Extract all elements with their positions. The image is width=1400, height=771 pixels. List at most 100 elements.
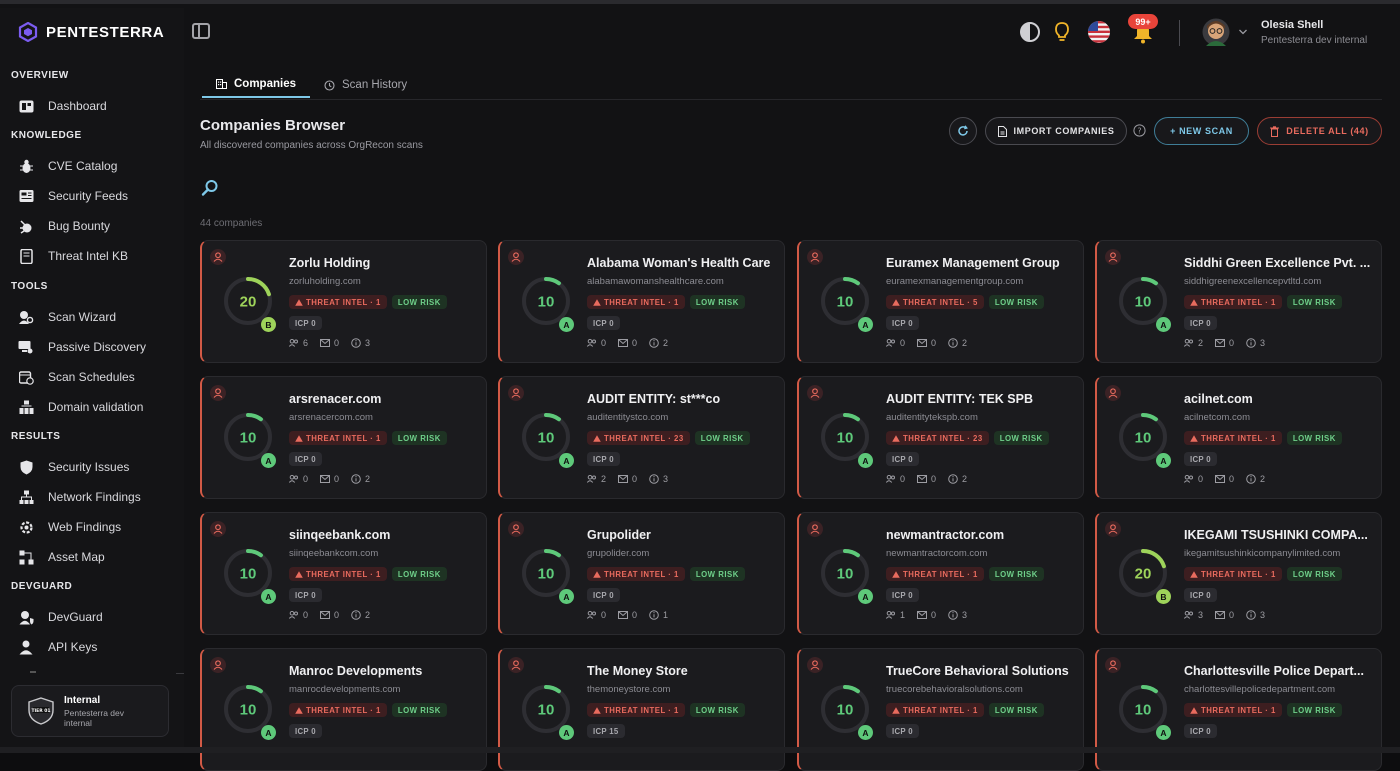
icp-badge: ICP 0	[289, 588, 322, 602]
stats-row: 6 0 3	[289, 338, 370, 348]
new-scan-button[interactable]: + NEW SCAN	[1154, 117, 1249, 145]
sidebar-toggle-icon[interactable]	[192, 23, 210, 39]
sidebar-item-cve-catalog[interactable]: CVE Catalog	[11, 153, 171, 179]
sidebar-item-web-findings[interactable]: Web Findings	[11, 514, 171, 540]
people-icon	[886, 475, 895, 483]
threat-intel-chip[interactable]: THREAT INTEL · 1	[1184, 703, 1282, 717]
sidebar-item-api-keys[interactable]: API Keys	[11, 634, 171, 660]
threat-tag-icon	[807, 385, 823, 401]
threat-intel-chip[interactable]: THREAT INTEL · 1	[886, 567, 984, 581]
company-name[interactable]: acilnet.com	[1184, 392, 1374, 406]
sidebar-item-devguard[interactable]: DevGuard	[11, 604, 171, 630]
book-icon	[18, 248, 34, 264]
company-name[interactable]: Siddhi Green Excellence Pvt. ...	[1184, 256, 1374, 270]
help-icon[interactable]: ?	[1133, 124, 1146, 137]
company-card[interactable]: 10 A Siddhi Green Excellence Pvt. ... siddh…	[1095, 240, 1382, 363]
company-name[interactable]: AUDIT ENTITY: TEK SPB	[886, 392, 1076, 406]
company-card[interactable]: 20 B IKEGAMI TSUSHINKI COMPA... ikegamitsus…	[1095, 512, 1382, 635]
threat-tag-icon	[508, 521, 524, 537]
sidebar-item-security-feeds[interactable]: Security Feeds	[11, 183, 171, 209]
company-name[interactable]: AUDIT ENTITY: st***co	[587, 392, 777, 406]
language-flag-icon[interactable]	[1087, 20, 1111, 44]
chevron-down-icon[interactable]	[1238, 28, 1248, 36]
threat-intel-chip[interactable]: THREAT INTEL · 1	[289, 567, 387, 581]
sidebar-item-threat-intel-kb[interactable]: Threat Intel KB	[11, 243, 171, 269]
sidebar-item-asset-map[interactable]: Asset Map	[11, 544, 171, 570]
company-name[interactable]: The Money Store	[587, 664, 777, 678]
company-card[interactable]: 10 Asiinqeebank.com siinqeebankcom.com THRE…	[200, 512, 487, 635]
threat-intel-chip[interactable]: THREAT INTEL · 1	[1184, 567, 1282, 581]
import-companies-button[interactable]: IMPORT COMPANIES	[985, 117, 1127, 145]
theme-toggle-icon[interactable]	[1019, 21, 1041, 43]
company-name[interactable]: Manroc Developments	[289, 664, 479, 678]
people-icon	[587, 611, 596, 619]
company-name[interactable]: Zorlu Holding	[289, 256, 479, 270]
sidebar-item-scan-schedules[interactable]: Scan Schedules	[11, 364, 171, 390]
company-name[interactable]: Grupolider	[587, 528, 777, 542]
dashboard-icon	[18, 98, 34, 114]
company-card[interactable]: 10 A AUDIT ENTITY: TEK SPB auditentityteksp…	[797, 376, 1084, 499]
company-card[interactable]: 10 Anewmantractor.com newmantractorcom.com…	[797, 512, 1084, 635]
sidebar-item-label: Scan Wizard	[48, 310, 117, 324]
company-name[interactable]: TrueCore Behavioral Solutions	[886, 664, 1076, 678]
stats-row: 3 0 3	[1184, 610, 1265, 620]
refresh-button[interactable]	[949, 117, 977, 145]
company-name[interactable]: arsrenacer.com	[289, 392, 479, 406]
company-name[interactable]: newmantractor.com	[886, 528, 1076, 542]
threat-tag-icon	[210, 249, 226, 265]
threat-intel-chip[interactable]: THREAT INTEL · 1	[1184, 295, 1282, 309]
threat-intel-chip[interactable]: THREAT INTEL · 23	[587, 431, 690, 445]
sidebar-item-dashboard[interactable]: Dashboard	[11, 93, 171, 119]
sidebar-item-passive-discovery[interactable]: Passive Discovery	[11, 334, 171, 360]
stats-row: 1 0 3	[886, 610, 967, 620]
threat-intel-chip[interactable]: THREAT INTEL · 1	[289, 295, 387, 309]
threat-intel-chip[interactable]: THREAT INTEL · 1	[587, 295, 685, 309]
mail-stat: 0	[1215, 338, 1234, 348]
company-name[interactable]: Charlottesville Police Depart...	[1184, 664, 1374, 678]
sidebar-item-network-findings[interactable]: Network Findings	[11, 484, 171, 510]
lightbulb-icon[interactable]	[1051, 21, 1073, 43]
company-name[interactable]: Alabama Woman's Health Care	[587, 256, 777, 270]
threat-intel-chip[interactable]: THREAT INTEL · 23	[886, 431, 989, 445]
company-domain: charlottesvillepolicedepartment.com	[1184, 684, 1336, 695]
threat-intel-chip[interactable]: THREAT INTEL · 1	[289, 431, 387, 445]
sidebar-item-security-issues[interactable]: Security Issues	[11, 454, 171, 480]
app-logo[interactable]: PENTESTERRA	[18, 22, 164, 42]
threat-intel-chip[interactable]: THREAT INTEL · 1	[1184, 431, 1282, 445]
delete-all-button[interactable]: DELETE ALL (44)	[1257, 117, 1382, 145]
company-card[interactable]: 10 Aacilnet.com acilnetcom.com THREAT INTEL…	[1095, 376, 1382, 499]
avatar[interactable]	[1202, 18, 1230, 46]
grade-badge: A	[858, 589, 873, 604]
company-domain: euramexmanagementgroup.com	[886, 276, 1024, 287]
grade-badge: A	[261, 589, 276, 604]
sidebar-item-scan-wizard[interactable]: Scan Wizard	[11, 304, 171, 330]
web-icon	[18, 519, 34, 535]
company-card[interactable]: 10 A Alabama Woman's Health Care alabamawom…	[498, 240, 785, 363]
tenant-subtitle: Pentesterra dev internal	[64, 707, 125, 728]
threat-intel-chip[interactable]: THREAT INTEL · 1	[886, 703, 984, 717]
company-name[interactable]: Euramex Management Group	[886, 256, 1076, 270]
search-icon[interactable]	[201, 179, 219, 197]
threat-intel-chip[interactable]: THREAT INTEL · 1	[587, 703, 685, 717]
company-card[interactable]: 10 A Euramex Management Group euramexmanage…	[797, 240, 1084, 363]
tab-scan-history[interactable]: Scan History	[310, 72, 421, 98]
chip-row: THREAT INTEL · 1 LOW RISK	[1184, 703, 1342, 717]
threat-intel-chip[interactable]: THREAT INTEL · 1	[289, 703, 387, 717]
company-card[interactable]: 10 Aarsrenacer.com arsrenacercom.com THREAT…	[200, 376, 487, 499]
tab-companies[interactable]: Companies	[202, 72, 310, 98]
import-label: IMPORT COMPANIES	[1013, 126, 1115, 136]
icp-badge: ICP 0	[1184, 452, 1217, 466]
score-value: 10	[240, 430, 257, 447]
company-card[interactable]: 10 A AUDIT ENTITY: st***co auditentitystco.…	[498, 376, 785, 499]
tenant-card[interactable]: TIER 01 Internal Pentesterra dev interna…	[11, 685, 169, 737]
threat-intel-chip[interactable]: THREAT INTEL · 5	[886, 295, 984, 309]
company-card[interactable]: 20 B Zorlu Holding zorluholding.com THREAT I…	[200, 240, 487, 363]
sidebar-item-bug-bounty[interactable]: Bug Bounty	[11, 213, 171, 239]
threat-intel-chip[interactable]: THREAT INTEL · 1	[587, 567, 685, 581]
sidebar-item-domain-validation[interactable]: Domain validation	[11, 394, 171, 420]
company-card[interactable]: 10 A Grupolider grupolider.com THREAT INTEL …	[498, 512, 785, 635]
company-name[interactable]: IKEGAMI TSUSHINKI COMPA...	[1184, 528, 1374, 542]
risk-chip: LOW RISK	[689, 295, 745, 309]
mail-icon	[320, 611, 331, 619]
company-name[interactable]: siinqeebank.com	[289, 528, 479, 542]
